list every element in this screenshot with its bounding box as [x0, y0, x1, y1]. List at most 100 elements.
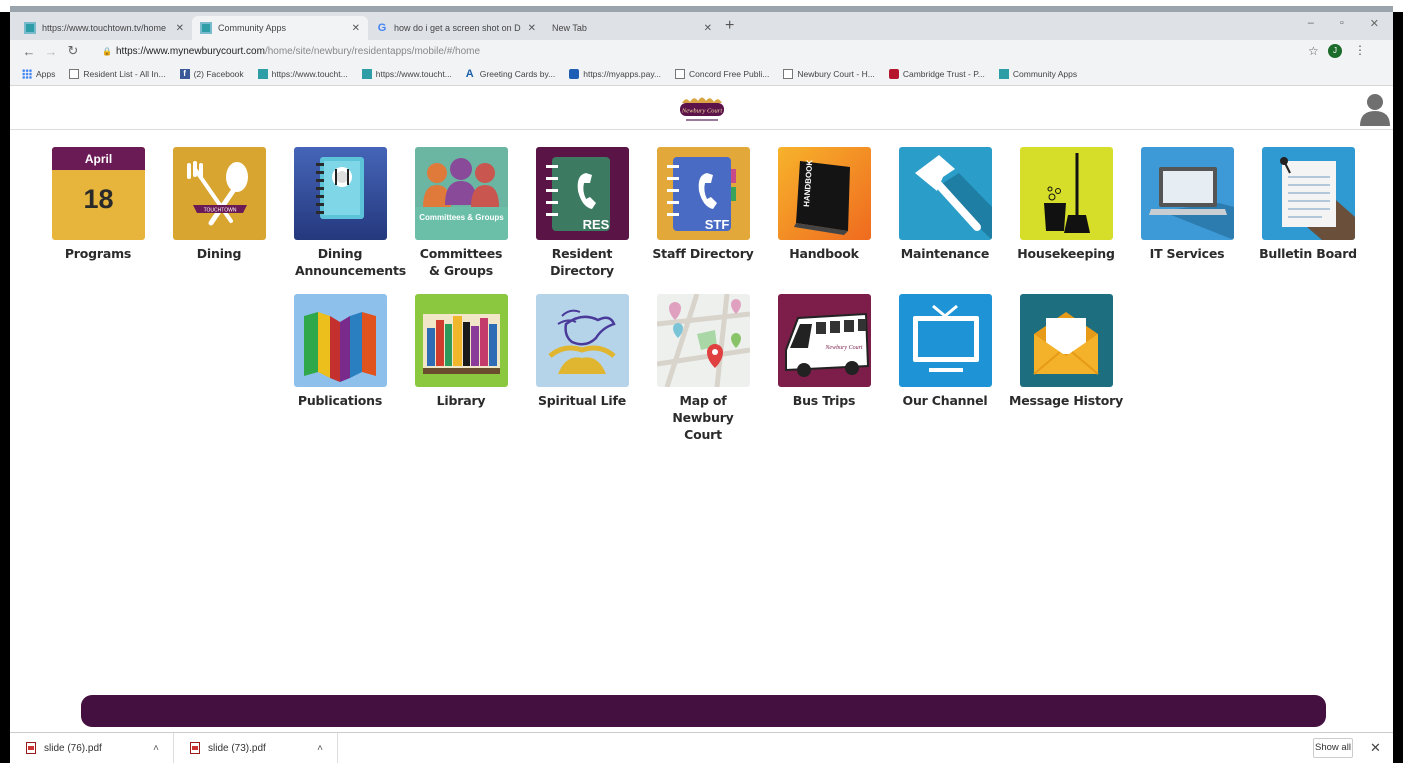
close-icon[interactable]: ✕	[1370, 740, 1381, 756]
tile-label: Library	[436, 393, 486, 408]
page-icon	[783, 68, 794, 79]
tile-spiritual-life[interactable]: Spiritual Life	[523, 294, 641, 409]
bookmark-item[interactable]: Newbury Court - H...	[783, 68, 875, 79]
tile-handbook[interactable]: HANDBOOK Handbook	[765, 147, 883, 262]
bookmark-label: Concord Free Publi...	[689, 68, 770, 79]
pdf-file-icon	[190, 742, 200, 754]
committees-badge: Committees & Groups	[419, 213, 504, 222]
tile-library[interactable]: Library	[402, 294, 520, 409]
dove-icon	[535, 294, 629, 387]
user-account-icon[interactable]	[1359, 92, 1391, 126]
close-icon[interactable]: ✕	[352, 23, 360, 34]
tile-staff-directory[interactable]: STF Staff Directory	[644, 147, 762, 262]
close-icon[interactable]: ✕	[176, 23, 184, 34]
calendar-day: 18	[83, 184, 113, 214]
tile-dining-announcements[interactable]: Dining Announcements	[281, 147, 406, 279]
reload-icon[interactable]: ↻	[62, 43, 84, 59]
google-icon: G	[377, 22, 387, 34]
tile-housekeeping[interactable]: Housekeeping	[1007, 147, 1125, 262]
tab-title: New Tab	[552, 23, 587, 33]
profile-avatar[interactable]: J	[1328, 44, 1342, 58]
bookmark-item[interactable]: https://www.toucht...	[361, 68, 452, 79]
bookmark-star-icon[interactable]: ☆	[1308, 44, 1319, 58]
bookmarks-bar: Apps Resident List - All In... f (2) Facebo…	[10, 62, 1393, 86]
tab-title: Community Apps	[218, 23, 287, 33]
cambridge-icon	[888, 68, 899, 79]
bookmark-label: Newbury Court - H...	[797, 68, 875, 79]
tile-label: Dining	[196, 246, 242, 261]
bookmark-item[interactable]: https://www.toucht...	[257, 68, 348, 79]
download-item[interactable]: slide (73).pdf ˄	[174, 732, 338, 763]
tab-title: how do i get a screen shot on D	[394, 23, 521, 33]
broom-bucket-icon	[1019, 147, 1113, 240]
tile-publications[interactable]: Publications	[281, 294, 399, 409]
url-host: https://www.mynewburycourt.com	[116, 45, 265, 57]
show-all-button[interactable]: Show all	[1313, 738, 1353, 758]
menu-dots-icon[interactable]: ⋮	[1354, 43, 1366, 57]
tile-our-channel[interactable]: Our Channel	[886, 294, 1004, 409]
back-arrow-icon[interactable]: ←	[18, 44, 40, 59]
tile-message-history[interactable]: Message History	[1007, 294, 1125, 409]
bookmark-item[interactable]: Cambridge Trust - P...	[888, 68, 985, 79]
tab-touchtown[interactable]: https://www.touchtown.tv/home ✕	[16, 16, 192, 40]
minimize-button[interactable]: –	[1308, 17, 1314, 30]
tile-resident-directory[interactable]: RES Resident Directory	[523, 147, 641, 279]
tile-maintenance[interactable]: Maintenance	[886, 147, 1004, 262]
bookmark-item[interactable]: Resident List - All In...	[69, 68, 166, 79]
tab-new-tab[interactable]: New Tab ✕	[544, 16, 720, 40]
apps-grid-icon	[22, 68, 32, 79]
tile-it-services[interactable]: IT Services	[1128, 147, 1246, 262]
bookmark-item[interactable]: A Greeting Cards by...	[465, 67, 556, 80]
calendar-icon: April 18	[51, 147, 145, 240]
envelope-icon	[1019, 294, 1113, 387]
download-item[interactable]: slide (76).pdf ˄	[10, 732, 174, 763]
new-tab-button[interactable]: +	[725, 17, 734, 35]
bookmark-item[interactable]: https://myapps.pay...	[569, 68, 662, 79]
bookmark-item[interactable]: f (2) Facebook	[179, 68, 244, 79]
laptop-icon	[1140, 147, 1234, 240]
bookmark-label: Greeting Cards by...	[479, 68, 556, 79]
bookmark-item[interactable]: Community Apps	[998, 68, 1077, 79]
close-window-button[interactable]: ✕	[1370, 17, 1379, 30]
chevron-up-icon[interactable]: ˄	[317, 743, 323, 754]
dining-badge: TOUCHTOWN	[203, 208, 236, 214]
address-bar[interactable]: 🔒 https://www.mynewburycourt.com/home/si…	[102, 42, 1312, 60]
tile-label: Bulletin Board	[1259, 246, 1357, 261]
tile-label: Spiritual Life	[538, 393, 626, 408]
dining-utensils-icon: TOUCHTOWN	[172, 147, 266, 240]
tile-bus-trips[interactable]: Newbury Court Bus Trips	[765, 294, 883, 409]
tile-programs[interactable]: April 18 Programs	[39, 147, 157, 262]
bookmark-label: Apps	[36, 68, 56, 79]
newbury-court-logo[interactable]: Newbury Court	[668, 94, 736, 126]
bookmark-label: https://myapps.pay...	[583, 68, 662, 79]
phone-book-icon: STF	[656, 147, 750, 240]
tile-bulletin-board[interactable]: Bulletin Board	[1249, 147, 1367, 262]
greeting-icon: A	[465, 67, 474, 80]
staff-badge: STF	[704, 217, 729, 232]
tile-map[interactable]: Map of Newbury Court	[644, 294, 762, 443]
chevron-up-icon[interactable]: ˄	[153, 743, 159, 754]
tab-community-apps[interactable]: Community Apps ✕	[192, 16, 368, 40]
bookshelf-icon	[414, 294, 508, 387]
tile-label: Map of Newbury Court	[672, 393, 734, 442]
bookmark-label: Cambridge Trust - P...	[902, 68, 985, 79]
download-filename: slide (76).pdf	[44, 742, 102, 754]
close-icon[interactable]: ✕	[528, 23, 536, 34]
tile-committees-groups[interactable]: Committees & Groups Committees & Groups	[402, 147, 520, 279]
tile-label: Handbook	[789, 246, 859, 261]
bookmark-item[interactable]: Apps	[22, 68, 56, 79]
maximize-button[interactable]: ▫	[1340, 17, 1344, 30]
bookmark-item[interactable]: Concord Free Publi...	[675, 68, 770, 79]
tile-label: Housekeeping	[1017, 246, 1115, 261]
url-path: /home/site/newbury/residentapps/mobile/#…	[264, 45, 481, 57]
tile-label: Publications	[297, 393, 383, 408]
tile-label: Bus Trips	[792, 393, 856, 408]
window-frame-right	[1393, 12, 1403, 763]
forward-arrow-icon[interactable]: →	[40, 44, 62, 59]
tile-dining[interactable]: TOUCHTOWN Dining	[160, 147, 278, 262]
people-group-icon: Committees & Groups	[414, 147, 508, 240]
tab-google-search[interactable]: G how do i get a screen shot on D ✕	[368, 16, 544, 40]
close-icon[interactable]: ✕	[704, 23, 712, 34]
window-controls: – ▫ ✕	[1308, 17, 1379, 30]
touchtown-icon	[361, 68, 372, 79]
